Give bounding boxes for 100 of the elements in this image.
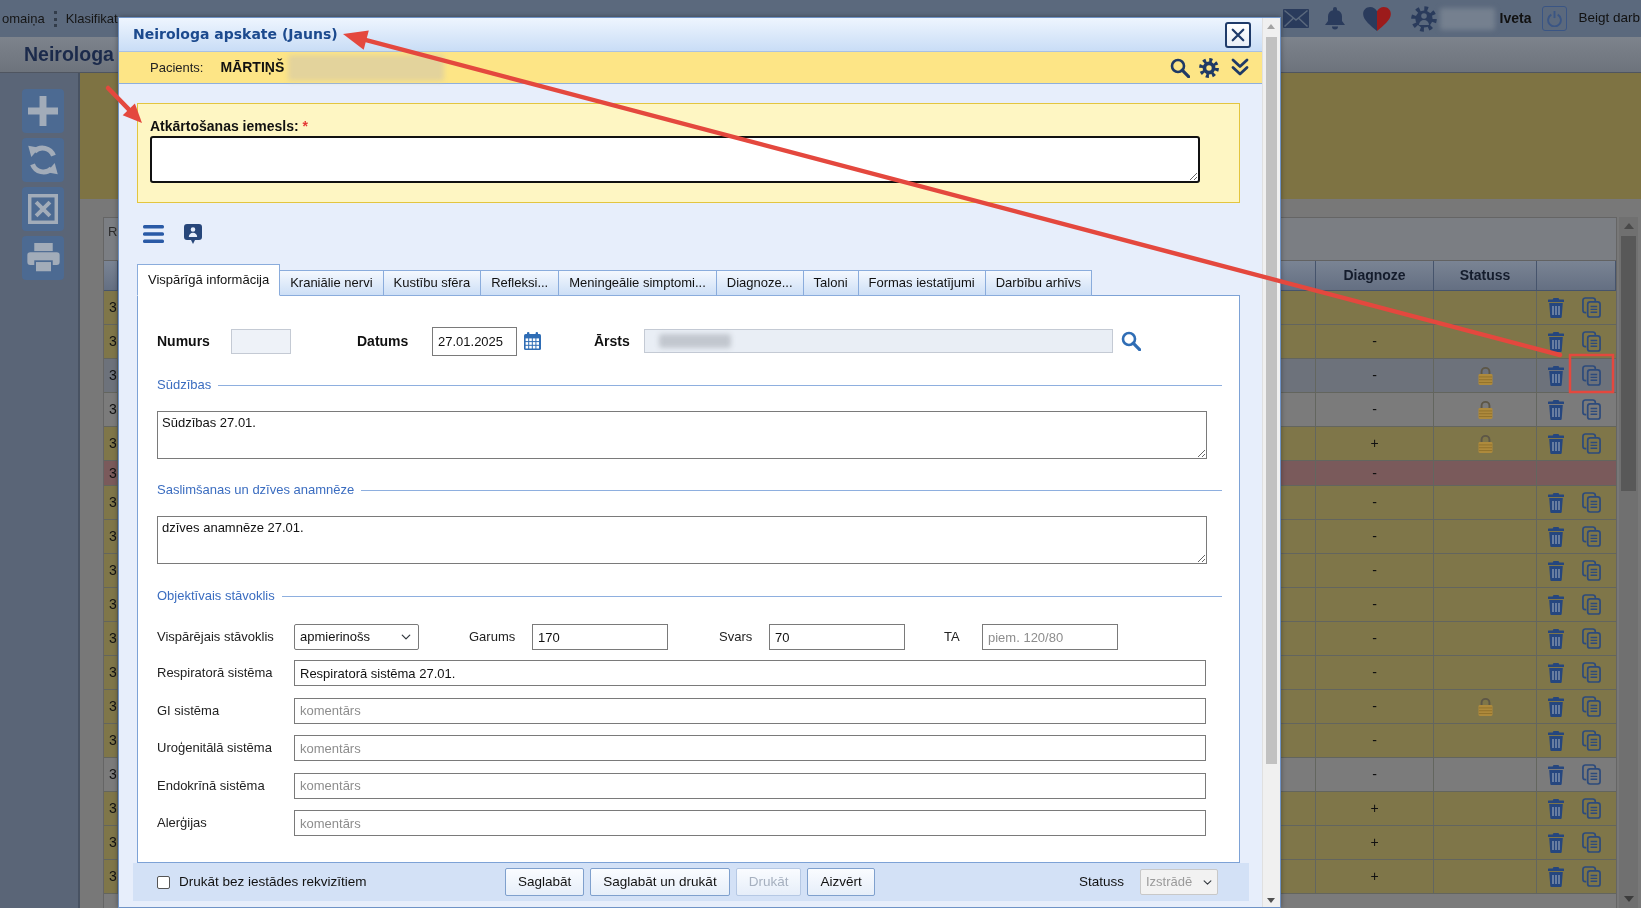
input-field[interactable]: 170 [532,624,668,650]
tab[interactable]: Vispārīgā informācija [137,264,281,296]
copy-icon[interactable] [1582,560,1601,581]
trash-icon[interactable] [1548,696,1564,717]
power-button[interactable] [1542,6,1568,31]
date-field[interactable]: 27.01.2025 [432,326,517,356]
copy-icon[interactable] [1582,628,1601,649]
input-field[interactable]: Respiratorā sistēma 27.01. [294,660,1206,686]
table-cell: 3 [109,800,117,817]
scrollbar[interactable] [1619,217,1638,908]
table-cell: + [1370,834,1379,851]
toolbar-text: R [108,224,118,239]
text-area[interactable]: dzīves anamnēze 27.01. [157,516,1207,564]
checkbox[interactable] [157,875,170,889]
settings-icon[interactable] [1199,57,1219,78]
mail-icon[interactable] [1282,9,1309,28]
copy-icon[interactable] [1582,866,1601,887]
scroll-up-icon[interactable] [1267,24,1275,29]
tab[interactable]: Formas iestatījumi [858,270,986,296]
table-cell: - [1372,562,1377,579]
text-area[interactable]: Sūdzības 27.01. [157,411,1207,459]
copy-icon[interactable] [1582,764,1601,785]
tab[interactable]: Refleksi... [481,270,560,296]
table-cell: + [1370,868,1379,885]
field-label: TA [944,629,961,645]
trash-icon[interactable] [1548,730,1564,751]
search-icon[interactable] [1170,57,1190,78]
trash-icon[interactable] [1548,365,1564,386]
tab[interactable]: Meningeālie simptomi... [559,270,717,296]
refresh-button[interactable] [22,138,64,182]
trash-icon[interactable] [1548,526,1564,547]
trash-icon[interactable] [1548,798,1564,819]
copy-icon[interactable] [1582,730,1601,751]
copy-icon[interactable] [1582,492,1601,513]
scroll-thumb[interactable] [1266,37,1277,764]
table-cell: 3 [109,299,117,316]
copy-icon[interactable] [1582,594,1601,615]
calendar-icon[interactable] [524,332,541,350]
copy-icon[interactable] [1582,798,1601,819]
tab[interactable]: Kraniālie nervi [280,270,384,296]
redacted-text [659,334,731,348]
trash-icon[interactable] [1548,433,1564,454]
copy-icon[interactable] [1582,433,1601,454]
double-chevron-icon[interactable] [1231,58,1249,77]
tab[interactable]: Diagnoze... [716,270,804,296]
print-button[interactable] [22,236,64,280]
bell-icon[interactable] [1324,7,1345,30]
table-cell: - [1372,528,1377,545]
patient-name: MĀRTIŅŠ [220,59,285,76]
scroll-thumb[interactable] [1621,236,1636,491]
tab[interactable]: Kustību sfēra [383,270,482,296]
trash-icon[interactable] [1548,628,1564,649]
person-tag-icon[interactable] [184,224,202,244]
trash-icon[interactable] [1548,764,1564,785]
copy-icon[interactable] [1582,297,1601,318]
table-cell: - [1372,766,1377,783]
column-header[interactable]: Statuss [1459,267,1511,284]
state-select[interactable]: apmierinošs [294,624,419,650]
input-field[interactable]: 70 [769,624,905,650]
input-field[interactable]: komentārs [294,735,1206,761]
scroll-up-icon[interactable] [1624,223,1634,229]
trash-icon[interactable] [1548,594,1564,615]
trash-icon[interactable] [1548,866,1564,887]
spreadsheet-icon [28,194,58,224]
table-cell: 3 [109,868,117,885]
copy-icon[interactable] [1582,696,1601,717]
menu-icon[interactable] [143,225,164,243]
copy-icon[interactable] [1582,662,1601,683]
input-field[interactable]: komentārs [294,772,1206,799]
scroll-down-icon[interactable] [1267,898,1275,903]
tab[interactable]: Darbību arhīvs [985,270,1092,296]
close-button[interactable] [1225,21,1251,48]
copy-icon[interactable] [1582,331,1601,352]
copy-icon[interactable] [1582,526,1601,547]
dialog-button[interactable]: Saglabāt [505,868,585,896]
copy-icon[interactable] [1582,832,1601,853]
scrollbar[interactable] [1262,18,1280,907]
export-button[interactable] [22,187,64,231]
heart-icon[interactable] [1362,6,1391,31]
search-icon[interactable] [1121,331,1141,351]
tab[interactable]: Taloni [803,270,859,296]
input-field[interactable]: komentārs [294,697,1206,724]
add-button[interactable] [22,89,64,133]
reason-input[interactable] [150,135,1200,183]
column-header[interactable]: Diagnoze [1343,267,1406,284]
dialog-button[interactable]: Aizvērt [807,868,875,896]
trash-icon[interactable] [1548,331,1564,352]
input-field[interactable]: komentārs [294,810,1206,836]
trash-icon[interactable] [1548,662,1564,683]
user-settings-icon[interactable] [1410,5,1437,32]
dialog-button[interactable]: Saglabāt un drukāt [590,868,730,896]
trash-icon[interactable] [1548,832,1564,853]
trash-icon[interactable] [1548,560,1564,581]
plus-icon [28,96,58,126]
trash-icon[interactable] [1548,492,1564,513]
copy-icon[interactable] [1582,365,1601,386]
trash-icon[interactable] [1548,297,1564,318]
copy-icon[interactable] [1582,399,1601,420]
trash-icon[interactable] [1548,399,1564,420]
input-field[interactable]: piem. 120/80 [982,624,1118,650]
